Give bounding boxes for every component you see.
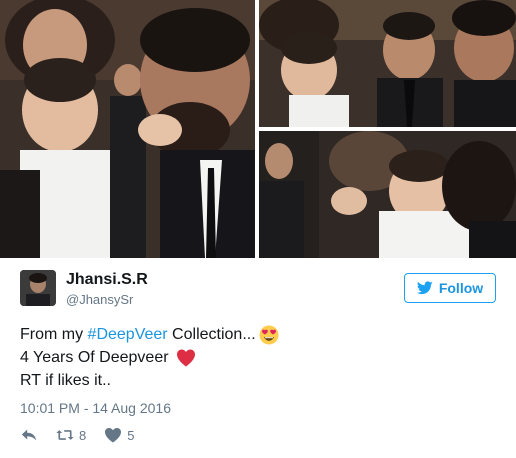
photo-bottom-right[interactable] (259, 131, 516, 258)
follow-button[interactable]: Follow (404, 273, 496, 303)
tweet-line-3: RT if likes it.. (20, 369, 496, 392)
like-button[interactable]: 5 (104, 427, 134, 443)
reply-icon (21, 429, 37, 441)
tweet-line-2-text: 4 Years Of Deepveer (20, 349, 173, 366)
photo-main[interactable] (0, 0, 255, 258)
tweet-line-1-prefix: From my (20, 326, 88, 343)
avatar[interactable] (20, 270, 56, 306)
follow-button-label: Follow (438, 280, 484, 296)
tweet-line-1-suffix: Collection... (167, 326, 256, 343)
tweet-header: Jhansi.S.R @JhansySr Follow (20, 270, 496, 312)
reply-button[interactable] (20, 427, 38, 443)
author-display-name[interactable]: Jhansi.S.R (66, 271, 148, 289)
user-avatar-icon (20, 270, 56, 306)
like-count: 5 (127, 427, 135, 443)
red-heart-emoji-icon (176, 348, 196, 368)
heart-eyes-emoji-icon (259, 325, 279, 345)
retweet-button[interactable]: 8 (56, 427, 86, 443)
retweet-count: 8 (79, 427, 87, 443)
tweet-action-bar: 8 5 (20, 425, 134, 445)
tweet-line-3-text: RT if likes it.. (20, 372, 111, 389)
hashtag-link[interactable]: #DeepVeer (88, 323, 168, 346)
twitter-bird-icon (416, 281, 433, 295)
tweet-timestamp[interactable]: 10:01 PM - 14 Aug 2016 (20, 400, 171, 416)
author-screen-name[interactable]: @JhansySr (66, 292, 133, 307)
tweet-text: From my #DeepVeer Collection... 4 Years … (20, 323, 496, 392)
tweet-media-grid (0, 0, 516, 258)
photo-top-right[interactable] (259, 0, 516, 127)
tweet-line-2: 4 Years Of Deepveer (20, 346, 496, 369)
heart-icon (105, 428, 122, 443)
retweet-icon (56, 430, 74, 440)
tweet-line-1: From my #DeepVeer Collection... (20, 323, 496, 346)
